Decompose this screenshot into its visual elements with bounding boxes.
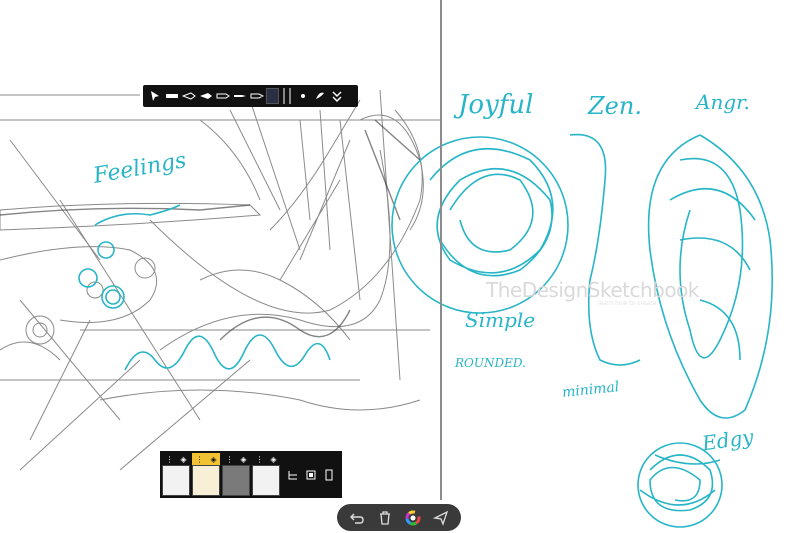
- visibility-icon[interactable]: ◈: [180, 455, 186, 464]
- brush-shape-icon[interactable]: [312, 88, 327, 104]
- layer-thumbnail[interactable]: [222, 465, 250, 496]
- layer-thumbnail[interactable]: [162, 465, 190, 496]
- dot-icon[interactable]: [295, 88, 310, 104]
- layers-panel: ⋮ ◈ ⋮ ◈ ⋮ ◈ ⋮ ◈: [160, 451, 342, 498]
- layer-tools-2: [304, 453, 318, 496]
- expand-icon[interactable]: [329, 88, 344, 104]
- layer-tools-3: [322, 453, 336, 496]
- airbrush-icon[interactable]: [232, 88, 247, 104]
- pencil-icon[interactable]: [198, 88, 213, 104]
- watermark: TheDesignSketchbook: [486, 278, 699, 302]
- more-icon[interactable]: ⋮: [255, 455, 263, 464]
- trash-icon[interactable]: [376, 509, 394, 527]
- brush-toolbar: [143, 85, 358, 107]
- watermark-subtitle: learn how to create: [598, 300, 657, 307]
- layer-thumbnail[interactable]: [252, 465, 280, 496]
- more-icon[interactable]: ⋮: [165, 455, 173, 464]
- color-wheel-icon[interactable]: [404, 509, 422, 527]
- toolbar-separator: [283, 88, 285, 104]
- word-angry: Angr.: [696, 90, 750, 114]
- word-zen: Zen.: [588, 92, 642, 120]
- more-icon[interactable]: ⋮: [195, 455, 203, 464]
- select-icon[interactable]: [147, 88, 162, 104]
- brush-icon[interactable]: [215, 88, 230, 104]
- visibility-icon[interactable]: ◈: [210, 455, 216, 464]
- visibility-icon[interactable]: ◈: [270, 455, 276, 464]
- word-joyful: Joyful: [458, 90, 534, 120]
- layer-thumbnail[interactable]: [192, 465, 220, 496]
- layer-tools: [286, 453, 300, 496]
- visibility-icon[interactable]: ◈: [240, 455, 246, 464]
- layer-item[interactable]: ⋮ ◈: [162, 453, 190, 496]
- drawing-canvas[interactable]: [0, 0, 800, 533]
- marker-icon[interactable]: [164, 88, 179, 104]
- word-simple: Simple: [465, 308, 536, 332]
- current-color-swatch[interactable]: [266, 88, 279, 104]
- undo-icon[interactable]: [348, 509, 366, 527]
- split-divider[interactable]: [440, 0, 442, 500]
- toolbar-separator: [289, 88, 291, 104]
- share-icon[interactable]: [432, 509, 450, 527]
- fineliner-icon[interactable]: [249, 88, 264, 104]
- add-layer-icon[interactable]: [322, 468, 336, 482]
- action-bar: [337, 504, 461, 531]
- more-icon[interactable]: ⋮: [225, 455, 233, 464]
- pen-icon[interactable]: [181, 88, 196, 104]
- duplicate-layer-icon[interactable]: [304, 468, 318, 482]
- layer-item[interactable]: ⋮ ◈: [252, 453, 280, 496]
- merge-layer-icon[interactable]: [286, 468, 300, 482]
- word-rounded: ROUNDED.: [455, 356, 526, 370]
- layer-item[interactable]: ⋮ ◈: [222, 453, 250, 496]
- layer-item-active[interactable]: ⋮ ◈: [192, 453, 220, 496]
